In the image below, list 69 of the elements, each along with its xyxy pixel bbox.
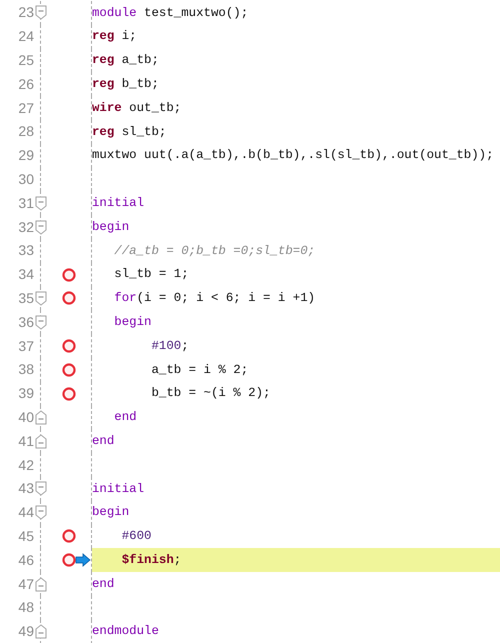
breakpoint-icon[interactable] — [62, 362, 76, 377]
breakpoint-icon[interactable] — [62, 529, 76, 544]
fold-collapse-icon[interactable] — [35, 481, 47, 496]
code-line: #100; — [150, 338, 189, 355]
line-number: 34 — [17, 265, 34, 284]
fold-end-icon[interactable] — [35, 576, 47, 592]
line-number: 36 — [17, 312, 34, 332]
fold-collapse-icon[interactable] — [35, 5, 47, 20]
line-number: 28 — [17, 122, 34, 142]
code-line: end — [113, 409, 137, 426]
code-line: begin — [92, 504, 130, 522]
line-number: 42 — [17, 456, 34, 475]
code-line: module test_muxtwo(); — [92, 4, 248, 22]
code-line: reg i; — [92, 28, 137, 46]
code-line: wire out_tb; — [92, 100, 182, 117]
breakpoint-icon[interactable] — [62, 386, 76, 401]
fold-collapse-icon[interactable] — [35, 290, 47, 306]
code-line: $finish; — [120, 552, 182, 569]
line-number: 46 — [17, 550, 34, 570]
line-number: 47 — [17, 574, 34, 594]
line-number: 35 — [17, 288, 34, 308]
code-line: reg b_tb; — [92, 76, 159, 93]
fold-collapse-icon[interactable] — [35, 314, 47, 330]
code-line: initial — [92, 194, 144, 212]
line-number: 48 — [17, 598, 34, 618]
code-line: b_tb = ~(i % 2); — [150, 385, 270, 402]
breakpoint-icon[interactable] — [62, 553, 76, 568]
code-line: begin — [113, 314, 152, 331]
code-line: end — [92, 432, 114, 450]
line-number: 49 — [17, 622, 34, 642]
code-line: muxtwo uut(.a(a_tb),.b(b_tb),.sl(sl_tb),.out(out_tb)); — [92, 147, 494, 164]
line-number: 27 — [17, 98, 34, 118]
code-line: reg a_tb; — [92, 52, 159, 70]
line-number: 26 — [17, 74, 34, 94]
code-line: begin — [92, 218, 130, 236]
line-number: 30 — [17, 170, 34, 189]
fold-end-icon[interactable] — [35, 410, 47, 425]
line-number: 45 — [17, 526, 34, 546]
code-line: end — [92, 576, 114, 593]
line-number: 25 — [17, 50, 34, 70]
line-number: 41 — [17, 432, 34, 451]
line-number: 31 — [17, 194, 34, 213]
line-number: 33 — [17, 241, 34, 260]
line-number: 40 — [17, 408, 34, 427]
line-number: 39 — [17, 384, 34, 404]
line-number: 32 — [17, 218, 34, 237]
code-line: initial — [92, 480, 144, 498]
code-line: sl_tb = 1; — [113, 266, 189, 284]
code-line: reg sl_tb; — [92, 124, 166, 141]
code-line: #600 — [120, 528, 152, 546]
fold-end-icon[interactable] — [35, 624, 47, 640]
line-number: 37 — [17, 336, 34, 356]
line-number: 29 — [17, 146, 34, 166]
code-line: //a_tb = 0;b_tb =0;sl_tb=0; — [113, 242, 316, 260]
code-line: endmodule — [92, 623, 159, 640]
code-line: a_tb = i % 2; — [150, 362, 248, 379]
line-number: 44 — [17, 503, 34, 522]
line-number: 24 — [17, 27, 34, 46]
breakpoint-icon[interactable] — [62, 268, 76, 282]
breakpoint-icon[interactable] — [62, 339, 76, 354]
line-number: 38 — [17, 360, 34, 380]
line-number: 43 — [17, 479, 34, 498]
fold-collapse-icon[interactable] — [35, 505, 47, 520]
code-line: for(i = 0; i < 6; i = i +1) — [113, 290, 316, 308]
breakpoint-icon[interactable] — [62, 291, 76, 306]
fold-end-icon[interactable] — [35, 434, 47, 449]
fold-collapse-icon[interactable] — [35, 196, 47, 211]
fold-collapse-icon[interactable] — [35, 220, 47, 235]
line-number: 23 — [17, 3, 34, 22]
